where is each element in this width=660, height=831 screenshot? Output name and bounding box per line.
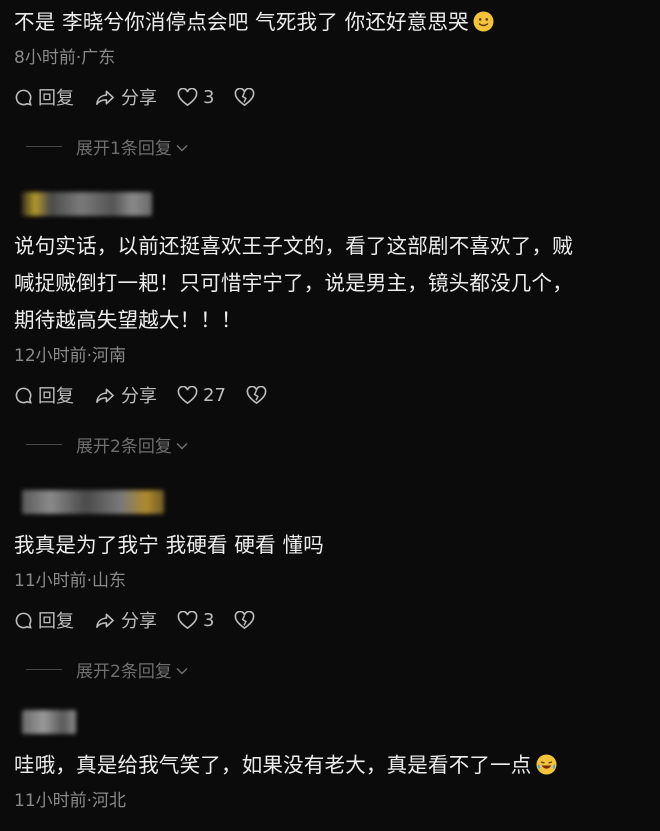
username-blurred [22,710,76,734]
comment-text-line: 不是 李晓兮你消停点会吧 气死我了 你还好意思哭 [14,10,469,34]
comment-text: 我真是为了我宁 我硬看 硬看 懂吗 [14,527,660,564]
like-count: 27 [203,384,226,406]
expand-replies-button[interactable]: 展开1条回复 [14,134,660,159]
share-label: 分享 [121,88,157,109]
comment-bubble-icon [14,88,33,107]
broken-heart-icon [246,385,267,405]
like-button[interactable]: 3 [177,610,214,631]
comment-text: 说句实话，以前还挺喜欢王子文的，看了这部剧不喜欢了，贼 喊捉贼倒打一耙！只可惜宇… [14,228,660,339]
comment-actions: 回复 分享 27 [14,382,660,408]
comment-bubble-icon [14,611,33,630]
like-count: 3 [203,86,215,108]
heart-icon [177,610,198,630]
comment-text-line: 喊捉贼倒打一耙！只可惜宇宁了，说是男主，镜头都没几个， [14,271,573,295]
share-arrow-icon [94,611,116,630]
share-label: 分享 [121,386,157,407]
reply-label: 回复 [38,386,74,407]
comment-bubble-icon [14,386,33,405]
comment-4: 哇哦，真是给我气笑了，如果没有老大，真是看不了一点 11小时前·河北 [14,747,660,811]
chevron-down-icon [176,137,188,157]
reply-button[interactable]: 回复 [14,382,74,408]
comment-meta: 8小时前·广东 [14,48,116,68]
broken-heart-icon [234,87,255,107]
reply-label: 回复 [38,611,74,632]
laughing-crying-emoji-icon [536,750,557,775]
reply-button[interactable]: 回复 [14,84,74,110]
comment-3: 我真是为了我宁 我硬看 硬看 懂吗 11小时前·山东 回复 分享 3 展开2条回… [14,527,660,682]
comment-meta: 12小时前·河南 [14,346,127,366]
comment-text-line: 我真是为了我宁 我硬看 硬看 懂吗 [14,533,324,557]
dislike-button[interactable] [234,610,255,630]
expand-replies-label: 展开2条回复 [76,662,172,682]
divider-line [26,146,62,147]
share-arrow-icon [94,386,116,405]
smiling-face-emoji-icon [473,7,494,32]
share-button[interactable]: 分享 [94,607,157,633]
expand-replies-label: 展开2条回复 [76,437,172,457]
expand-replies-button[interactable]: 展开2条回复 [14,657,660,682]
heart-icon [177,385,198,405]
comment-1: 不是 李晓兮你消停点会吧 气死我了 你还好意思哭 8小时前·广东 回复 分享 3… [14,4,660,159]
expand-replies-label: 展开1条回复 [76,139,172,159]
like-button[interactable]: 27 [177,385,226,406]
share-button[interactable]: 分享 [94,382,157,408]
share-button[interactable]: 分享 [94,84,157,110]
username-blurred [22,490,164,514]
like-count: 3 [203,609,215,631]
chevron-down-icon [176,660,188,680]
username-blurred [22,192,152,216]
chevron-down-icon [176,435,188,455]
comment-2: 说句实话，以前还挺喜欢王子文的，看了这部剧不喜欢了，贼 喊捉贼倒打一耙！只可惜宇… [14,228,660,457]
comment-meta: 11小时前·山东 [14,571,127,591]
comment-text-line: 哇哦，真是给我气笑了，如果没有老大，真是看不了一点 [14,753,532,777]
comment-text: 不是 李晓兮你消停点会吧 气死我了 你还好意思哭 [14,4,660,41]
comment-text: 哇哦，真是给我气笑了，如果没有老大，真是看不了一点 [14,747,660,784]
comment-meta: 11小时前·河北 [14,791,127,811]
dislike-button[interactable] [234,87,255,107]
comment-actions: 回复 分享 3 [14,607,660,633]
comment-text-line: 期待越高失望越大！！！ [14,308,242,332]
comment-actions: 回复 分享 3 [14,84,660,110]
divider-line [26,444,62,445]
broken-heart-icon [234,610,255,630]
comment-text-line: 说句实话，以前还挺喜欢王子文的，看了这部剧不喜欢了，贼 [14,234,573,258]
expand-replies-button[interactable]: 展开2条回复 [14,432,660,457]
share-label: 分享 [121,611,157,632]
dislike-button[interactable] [246,385,267,405]
divider-line [26,669,62,670]
reply-label: 回复 [38,88,74,109]
share-arrow-icon [94,88,116,107]
reply-button[interactable]: 回复 [14,607,74,633]
heart-icon [177,87,198,107]
like-button[interactable]: 3 [177,87,214,108]
